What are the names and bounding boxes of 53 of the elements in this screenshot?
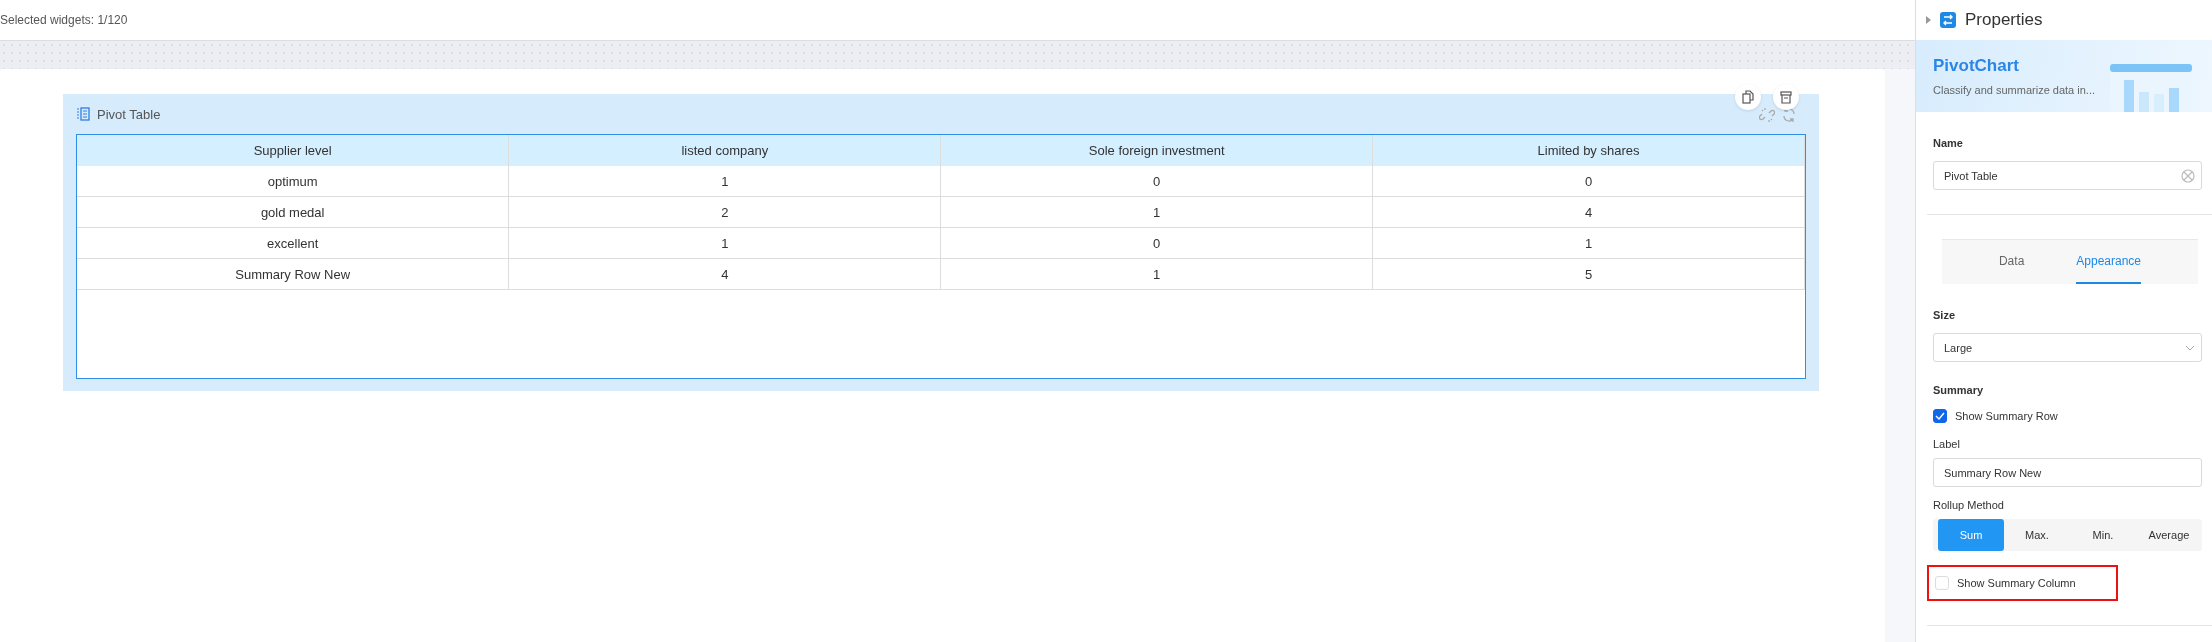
widget-title: Pivot Table: [97, 106, 161, 122]
table-cell: 0: [940, 166, 1373, 197]
table-cell: 4: [508, 258, 941, 290]
table-cell: 2: [508, 196, 941, 228]
table-cell: 1: [1372, 227, 1805, 259]
pivot-table-icon: [76, 107, 90, 121]
show-summary-row-checkbox[interactable]: Show Summary Row: [1933, 406, 2202, 426]
table-cell: excellent: [77, 227, 509, 259]
table-cell: gold medal: [77, 196, 509, 228]
table-cell: 5: [1372, 258, 1805, 290]
chevron-down-icon: [2185, 344, 2195, 351]
component-name: PivotChart: [1933, 56, 2020, 76]
table-cell: 0: [1372, 166, 1805, 197]
tab[interactable]: Data: [1998, 240, 2025, 284]
refresh-icon[interactable]: [1781, 107, 1797, 123]
column-header: listed company: [508, 135, 941, 166]
rollup-option[interactable]: Average: [2136, 519, 2202, 551]
field-label: Label: [1933, 438, 1961, 450]
table-cell: Summary Row New: [77, 258, 509, 290]
rollup-option[interactable]: Max.: [2004, 519, 2070, 551]
panel-title: Properties: [1965, 10, 2043, 30]
column-header: Supplier level: [77, 135, 509, 166]
copy-button[interactable]: [1735, 84, 1761, 110]
selection-count: Selected widgets: 1/120: [0, 13, 128, 27]
table-cell: 1: [940, 196, 1373, 228]
table-cell: 0: [940, 227, 1373, 259]
checkbox-icon[interactable]: [1933, 409, 1947, 423]
delete-button[interactable]: [1773, 84, 1799, 110]
table-cell: 1: [508, 227, 941, 259]
label-field[interactable]: Summary Row New: [1933, 458, 2202, 487]
table-cell: 1: [508, 166, 941, 197]
copy-icon[interactable]: [1741, 90, 1755, 104]
field-label: Size: [1933, 309, 1956, 321]
size-dropdown[interactable]: Large: [1933, 333, 2202, 362]
section-heading: Summary: [1933, 384, 1985, 396]
column-header: Limited by shares: [1372, 135, 1805, 166]
trash-icon[interactable]: [1779, 90, 1793, 104]
rollup-option[interactable]: Min.: [2070, 519, 2136, 551]
tab[interactable]: Appearance: [2076, 240, 2142, 284]
column-header: Sole foreign investment: [940, 135, 1373, 166]
name-field[interactable]: Pivot Table: [1933, 161, 2202, 190]
table-cell: 1: [940, 258, 1373, 290]
expand-caret-icon[interactable]: [1926, 16, 1931, 24]
field-label: Name: [1933, 137, 1964, 149]
table-cell: optimum: [77, 166, 509, 197]
field-label: Rollup Method: [1933, 499, 2005, 511]
bar-chart-illustration-icon: [2110, 64, 2192, 112]
properties-icon: [1940, 12, 1956, 28]
table-cell: 4: [1372, 196, 1805, 228]
component-description: Classify and summarize data in...: [1933, 84, 2095, 96]
clear-icon[interactable]: [2181, 168, 2195, 183]
show-summary-column-checkbox[interactable]: Show Summary Column: [1927, 565, 2118, 601]
pivot-widget[interactable]: Pivot Table Supplier level listed company Sole foreign investment Limited by shares optimum 1 0 0 gold medal 2 1 4 excellent 1 0 1 Summary Row New 4 1 5: [63, 94, 1819, 391]
